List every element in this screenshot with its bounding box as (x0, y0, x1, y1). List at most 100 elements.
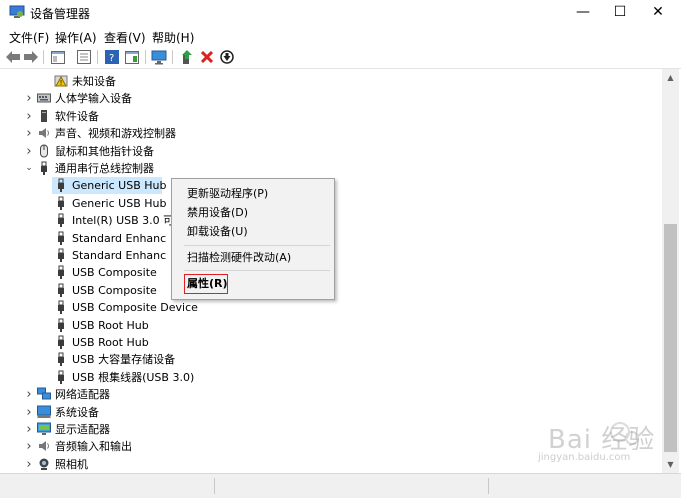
tree-item-label: USB 大容量存储设备 (72, 353, 176, 367)
expand-chevron-icon[interactable]: › (24, 438, 34, 455)
title-bar: 设备管理器 — ☐ ✕ (0, 0, 681, 26)
console-tree-icon[interactable] (50, 49, 66, 65)
tree-item[interactable]: USB 大容量存储设备 (0, 351, 661, 368)
system-device-icon (37, 405, 51, 419)
toolbar: ? (0, 46, 681, 69)
usb-icon (54, 178, 68, 193)
menu-action[interactable]: 操作(A) (55, 29, 97, 46)
tree-item-label: 通用串行总线控制器 (55, 162, 154, 175)
enable-icon[interactable] (219, 49, 235, 65)
speaker-icon (37, 439, 51, 453)
tree-item-label: USB Composite Device (72, 301, 198, 315)
tree-item-label: Standard Enhanc (72, 249, 167, 262)
usb-icon (54, 300, 68, 315)
menu-view[interactable]: 查看(V) (104, 29, 146, 46)
tree-item-label: 音频输入和输出 (55, 440, 132, 454)
minimize-button[interactable]: — (564, 0, 602, 24)
context-menu-divider (184, 245, 330, 246)
uninstall-icon[interactable] (199, 49, 215, 65)
camera-icon (37, 457, 51, 471)
usb-icon (54, 231, 68, 245)
tree-item[interactable]: › 声音、视频和游戏控制器 (0, 125, 661, 142)
action-pane-icon[interactable] (124, 49, 140, 65)
expand-chevron-icon[interactable]: › (24, 456, 34, 473)
svg-text:!: ! (60, 79, 63, 87)
usb-icon (54, 213, 68, 228)
tree-item-label: Intel(R) USB 3.0 可 (72, 214, 175, 228)
usb-icon (54, 352, 68, 367)
usb-icon (54, 318, 68, 332)
tree-item[interactable]: › 网络适配器 (0, 386, 661, 403)
usb-icon (54, 283, 68, 297)
context-menu-disable-device[interactable]: 禁用设备(D) (187, 204, 248, 222)
software-device-icon (37, 109, 51, 123)
context-menu: 更新驱动程序(P) 禁用设备(D) 卸载设备(U) 扫描检测硬件改动(A) 属性… (171, 178, 335, 300)
tree-item-label: 软件设备 (55, 109, 99, 123)
tree-item-label: 声音、视频和游戏控制器 (55, 127, 176, 141)
tree-item[interactable]: › 鼠标和其他指针设备 (0, 143, 661, 160)
close-button[interactable]: ✕ (639, 0, 677, 24)
svg-text:?: ? (109, 53, 114, 64)
scrollbar-thumb[interactable] (664, 224, 677, 452)
context-menu-uninstall-device[interactable]: 卸载设备(U) (187, 223, 248, 241)
device-manager-icon (9, 5, 25, 18)
usb-icon (54, 265, 68, 280)
tree-item-label: 显示适配器 (55, 423, 110, 436)
properties-highlight-box (184, 274, 228, 294)
forward-icon[interactable] (23, 49, 39, 65)
menu-file[interactable]: 文件(F) (9, 29, 49, 46)
usb-icon (54, 370, 68, 384)
watermark-url: jingyan.baidu.com (538, 452, 631, 463)
tree-item-label: Standard Enhanc (72, 231, 167, 245)
help-icon[interactable]: ? (104, 49, 120, 65)
tree-item-label: 系统设备 (55, 405, 99, 419)
status-bar (0, 473, 681, 498)
expand-chevron-icon[interactable]: › (24, 404, 34, 421)
collapse-chevron-icon[interactable]: ⌄ (24, 160, 34, 177)
tree-item[interactable]: USB Root Hub (0, 317, 661, 334)
tree-item-label: USB Root Hub (72, 318, 149, 332)
tree-item-label: USB Composite (72, 266, 157, 280)
network-icon (37, 387, 51, 401)
tree-item[interactable]: › 人体学输入设备 (0, 90, 661, 107)
usb-icon (54, 248, 68, 262)
hid-icon (37, 91, 51, 105)
tree-item[interactable]: USB 根集线器(USB 3.0) (0, 369, 661, 386)
expand-chevron-icon[interactable]: › (24, 143, 34, 160)
display-icon (37, 422, 51, 436)
tree-item[interactable]: ! 未知设备 (0, 73, 661, 90)
tree-item[interactable]: USB Composite Device (0, 299, 661, 316)
unknown-device-icon: ! (54, 74, 68, 88)
tree-item[interactable]: › 软件设备 (0, 108, 661, 125)
expand-chevron-icon[interactable]: › (24, 90, 34, 107)
context-menu-update-driver[interactable]: 更新驱动程序(P) (187, 185, 268, 203)
context-menu-scan-hardware[interactable]: 扫描检测硬件改动(A) (187, 249, 291, 267)
tree-item-label: 人体学输入设备 (55, 92, 132, 106)
maximize-button[interactable]: ☐ (601, 0, 639, 24)
menu-help[interactable]: 帮助(H) (152, 29, 194, 46)
scroll-up-icon[interactable]: ▲ (662, 69, 679, 86)
tree-item[interactable]: USB Root Hub (0, 334, 661, 351)
tree-item[interactable]: ⌄ 通用串行总线控制器 (0, 160, 661, 177)
expand-chevron-icon[interactable]: › (24, 108, 34, 125)
expand-chevron-icon[interactable]: › (24, 125, 34, 142)
usb-icon (37, 161, 51, 175)
usb-icon (54, 335, 68, 349)
usb-icon (54, 196, 68, 210)
expand-chevron-icon[interactable]: › (24, 386, 34, 403)
window-title: 设备管理器 (30, 7, 91, 21)
expand-chevron-icon[interactable]: › (24, 421, 34, 438)
update-driver-icon[interactable] (179, 49, 195, 65)
tree-item-label: 网络适配器 (55, 388, 110, 402)
tree-item-label: USB Composite (72, 283, 157, 297)
watermark-text: Bai 经验 (548, 425, 656, 455)
tree-item-label: USB Root Hub (72, 336, 149, 349)
menu-bar: 文件(F) 操作(A) 查看(V) 帮助(H) (0, 28, 681, 46)
tree-item-label: 未知设备 (72, 75, 116, 88)
back-icon[interactable] (5, 49, 21, 65)
tree-item-label: Generic USB Hub (72, 179, 167, 193)
monitor-icon[interactable] (151, 49, 167, 65)
tree-item-label: 照相机 (55, 457, 88, 471)
properties-icon[interactable] (76, 49, 92, 65)
tree-item-label: USB 根集线器(USB 3.0) (72, 370, 195, 384)
